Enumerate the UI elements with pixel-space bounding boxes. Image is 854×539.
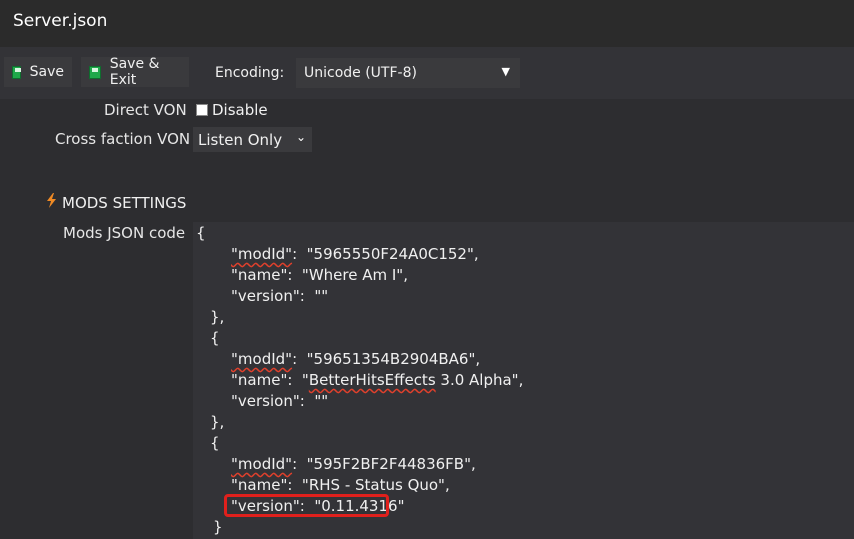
mods-settings-heading: MODS SETTINGS <box>47 193 186 212</box>
json-value: : "59651354B2904BA6", <box>292 350 481 368</box>
cross-faction-von-select[interactable]: Listen Only ⌄ <box>193 127 312 152</box>
json-line: { <box>210 329 220 347</box>
json-value-misspelled: BetterHitsEffects <box>308 371 436 389</box>
json-value: : "595F2BF2F44836FB", <box>292 455 476 473</box>
window-title: Server.json <box>13 11 108 31</box>
direct-von-label: Direct VON <box>104 101 187 119</box>
version-highlight-box <box>224 494 389 517</box>
title-bar: Server.json <box>0 0 854 47</box>
json-value: 3.0 Alpha", <box>435 371 524 389</box>
json-line: }, <box>210 308 225 326</box>
json-key-name: "name": " <box>231 371 309 389</box>
json-line: "name": "BetterHitsEffects 3.0 Alpha", <box>231 371 523 389</box>
save-button-label: Save <box>29 64 64 80</box>
json-line: "version": "" <box>231 392 329 410</box>
chevron-down-icon: ⌄ <box>295 130 306 144</box>
json-line: { <box>210 434 220 452</box>
json-line: "modId": "59651354B2904BA6", <box>231 350 480 368</box>
floppy-disk-icon <box>89 65 101 79</box>
direct-von-disable-label[interactable]: Disable <box>212 101 268 119</box>
encoding-label: Encoding: <box>215 65 285 81</box>
mods-settings-title: MODS SETTINGS <box>62 193 187 212</box>
json-line: }, <box>210 413 225 431</box>
save-exit-button-label: Save & Exit <box>109 56 160 88</box>
json-line: "name": "Where Am I", <box>231 266 408 284</box>
direct-von-disable-checkbox[interactable] <box>196 104 208 116</box>
json-line: { <box>196 224 206 242</box>
encoding-value: Unicode (UTF-8) <box>304 65 417 81</box>
floppy-disk-icon <box>12 65 21 79</box>
json-line: "modId": "595F2BF2F44836FB", <box>231 455 476 473</box>
encoding-select[interactable]: Unicode (UTF-8) ▼ <box>296 58 520 88</box>
json-line: "version": "" <box>231 287 329 305</box>
json-line: "modId": "5965550F24A0C152", <box>231 245 479 263</box>
save-exit-button[interactable]: Save & Exit <box>81 56 189 88</box>
cross-faction-von-value: Listen Only <box>198 130 283 149</box>
json-key-modid: "modId" <box>231 455 293 473</box>
json-key-modid: "modId" <box>231 245 293 263</box>
json-line: } <box>213 518 223 536</box>
json-line: "name": "RHS - Status Quo", <box>231 476 450 494</box>
mods-json-label: Mods JSON code <box>63 224 186 242</box>
json-value: : "5965550F24A0C152", <box>292 245 479 263</box>
cross-faction-von-label: Cross faction VON <box>55 130 191 148</box>
bolt-icon <box>47 193 56 212</box>
save-button[interactable]: Save <box>4 57 72 87</box>
json-key-modid: "modId" <box>231 350 293 368</box>
chevron-down-icon: ▼ <box>501 65 510 78</box>
